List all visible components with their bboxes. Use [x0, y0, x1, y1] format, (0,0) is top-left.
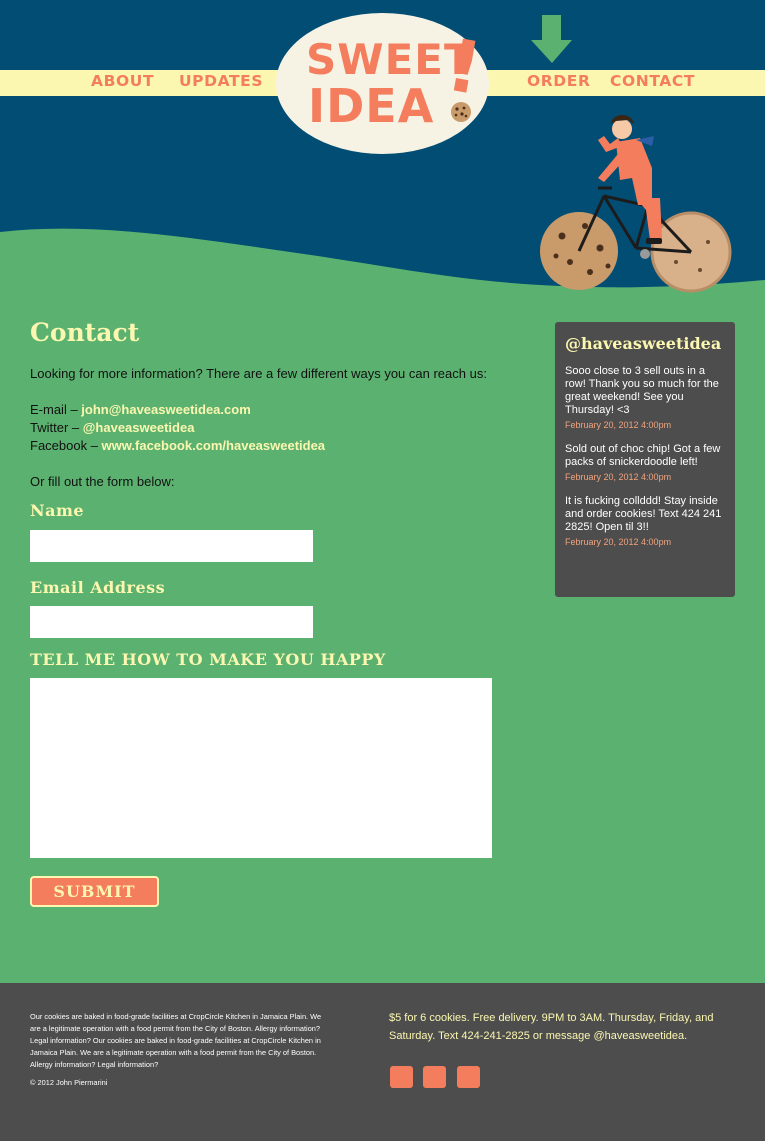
contact-twitter-link[interactable]: @haveasweetidea [83, 420, 195, 435]
tweet-item: It is fucking collddd! Stay inside and o… [565, 495, 725, 547]
message-textarea[interactable] [30, 678, 492, 858]
footer-legal-text: Our cookies are baked in food-grade faci… [30, 1012, 322, 1069]
contact-facebook-link[interactable]: www.facebook.com/haveasweetidea [102, 438, 326, 453]
tweet-text: It is fucking collddd! Stay inside and o… [565, 495, 722, 533]
email-input[interactable] [30, 606, 313, 638]
nav-contact[interactable]: CONTACT [610, 72, 695, 90]
social-icon-2[interactable] [423, 1066, 446, 1088]
email-label: Email Address [30, 578, 166, 597]
logo-line-idea: IDEA [308, 79, 435, 133]
nav-order[interactable]: ORDER [527, 72, 591, 90]
tweet-item: Sold out of choc chip! Got a few packs o… [565, 443, 725, 482]
contact-email-link[interactable]: john@haveasweetidea.com [81, 402, 250, 417]
nav-updates[interactable]: UPDATES [179, 72, 263, 90]
contact-facebook-line: Facebook – www.facebook.com/haveasweetid… [30, 437, 325, 455]
footer-copyright: © 2012 John Piermarini [30, 1078, 108, 1087]
logo-cookie-icon [451, 102, 471, 122]
tweet-date[interactable]: February 20, 2012 4:00pm [565, 420, 725, 430]
submit-button[interactable]: SUBMIT [30, 876, 159, 907]
contact-email-label: E-mail – [30, 402, 82, 417]
twitter-feed-title: @haveasweetidea [565, 334, 722, 353]
contact-twitter-line: Twitter – @haveasweetidea [30, 419, 194, 437]
site-logo[interactable]: SWEET IDEA ! [276, 13, 489, 154]
nav-about[interactable]: ABOUT [91, 72, 154, 90]
tweet-text: Sooo close to 3 sell outs in a row! Than… [565, 365, 719, 416]
contact-intro: Looking for more information? There are … [30, 366, 487, 381]
form-intro: Or fill out the form below: [30, 474, 175, 489]
name-input[interactable] [30, 530, 313, 562]
tweet-date[interactable]: February 20, 2012 4:00pm [565, 537, 725, 547]
contact-twitter-label: Twitter – [30, 420, 83, 435]
contact-facebook-label: Facebook – [30, 438, 102, 453]
tweet-date[interactable]: February 20, 2012 4:00pm [565, 472, 725, 482]
page-title: Contact [30, 318, 140, 347]
contact-email-line: E-mail – john@haveasweetidea.com [30, 401, 251, 419]
tweet-text: Sold out of choc chip! Got a few packs o… [565, 443, 721, 468]
message-label: TELL ME HOW TO MAKE YOU HAPPY [30, 650, 386, 669]
social-icon-1[interactable] [390, 1066, 413, 1088]
name-label: Name [30, 501, 85, 520]
footer-info-text: $5 for 6 cookies. Free delivery. 9PM to … [389, 1012, 714, 1042]
social-icon-3[interactable] [457, 1066, 480, 1088]
twitter-feed: @haveasweetidea Sooo close to 3 sell out… [555, 322, 735, 597]
tweet-item: Sooo close to 3 sell outs in a row! Than… [565, 365, 725, 430]
